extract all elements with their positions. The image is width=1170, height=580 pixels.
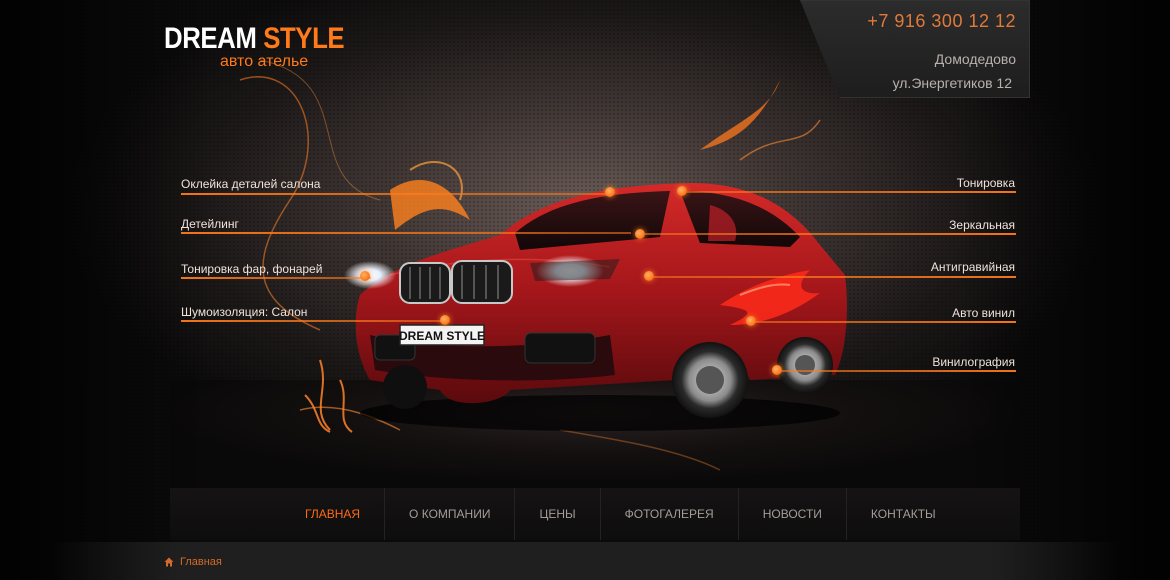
service-line <box>181 193 611 195</box>
logo-wordmark: DREAM STYLE <box>164 22 345 55</box>
service-marker-dot[interactable] <box>440 315 450 325</box>
service-link-headlight-tint[interactable]: Тонировка фар, фонарей <box>181 262 322 276</box>
site-logo[interactable]: DREAM STYLE авто ателье <box>164 22 374 71</box>
nav-item-contacts[interactable]: КОНТАКТЫ <box>847 488 960 540</box>
service-marker-dot[interactable] <box>605 187 615 197</box>
service-line <box>650 276 1016 278</box>
logo-tagline: авто ателье <box>220 53 309 70</box>
service-line <box>181 277 371 279</box>
service-link-tinting[interactable]: Тонировка <box>957 176 1015 190</box>
nav-item-prices[interactable]: ЦЕНЫ <box>515 488 601 540</box>
service-link-anti-gravel[interactable]: Антигравийная <box>931 260 1015 274</box>
service-line <box>640 233 1016 235</box>
contact-city: Домодедово <box>934 51 1016 67</box>
service-link-vinylography[interactable]: Винилография <box>932 355 1015 369</box>
contact-address: ул.Энергетиков 12 <box>892 75 1012 91</box>
phone-number[interactable]: +7 916 300 12 12 <box>867 11 1016 32</box>
logo-word-dream: DREAM <box>164 22 257 55</box>
nav-item-about[interactable]: О КОМПАНИИ <box>385 488 516 540</box>
service-line <box>683 191 1016 193</box>
service-link-sound-insulation[interactable]: Шумоизоляция: Салон <box>181 305 307 319</box>
car-illustration: DREAM STYLE <box>344 183 847 431</box>
service-line <box>181 320 446 322</box>
service-marker-dot[interactable] <box>746 316 756 326</box>
home-icon[interactable] <box>164 557 174 567</box>
nav-item-news[interactable]: НОВОСТИ <box>739 488 847 540</box>
contact-box: +7 916 300 12 12 Домодедово ул.Энергетик… <box>800 0 1030 98</box>
plate-text: DREAM STYLE <box>399 329 485 343</box>
service-marker-dot[interactable] <box>635 229 645 239</box>
service-link-interior-wrap[interactable]: Оклейка деталей салона <box>181 177 320 191</box>
service-line <box>181 232 631 234</box>
service-line <box>778 370 1016 372</box>
main-navigation: ГЛАВНАЯ О КОМПАНИИ ЦЕНЫ ФОТОГАЛЕРЕЯ НОВО… <box>170 488 1020 540</box>
hero-background: DREAM STYLE DREAM STYLE авто ателье +7 9… <box>0 0 1170 580</box>
logo-word-style: STYLE <box>263 22 345 55</box>
nav-item-home[interactable]: ГЛАВНАЯ <box>282 488 386 540</box>
nav-item-gallery[interactable]: ФОТОГАЛЕРЕЯ <box>601 488 739 540</box>
breadcrumb-home-link[interactable]: Главная <box>180 556 222 568</box>
service-marker-dot[interactable] <box>772 365 782 375</box>
breadcrumb: Главная <box>164 556 222 568</box>
service-link-auto-vinyl[interactable]: Авто винил <box>952 306 1015 320</box>
service-marker-dot[interactable] <box>677 186 687 196</box>
service-link-mirror[interactable]: Зеркальная <box>949 218 1015 232</box>
service-link-detailing[interactable]: Детейлинг <box>181 217 239 231</box>
service-marker-dot[interactable] <box>644 271 654 281</box>
service-line <box>752 321 1016 323</box>
service-marker-dot[interactable] <box>360 271 370 281</box>
